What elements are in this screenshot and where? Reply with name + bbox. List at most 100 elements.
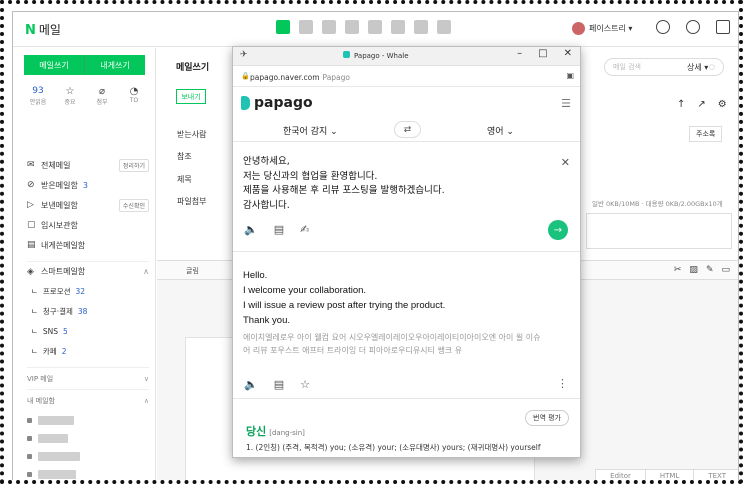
blurred-folder[interactable]: [27, 411, 149, 429]
translate-go-button[interactable]: →: [548, 220, 568, 240]
note-icon: ▤: [27, 240, 36, 250]
folder-drafts[interactable]: ▢ 임시보관함: [27, 215, 149, 235]
vip-mail-section[interactable]: VIP 메일 ∨: [27, 367, 149, 389]
maximize-icon[interactable]: □: [538, 48, 547, 59]
copy-icon[interactable]: ▤: [274, 378, 284, 391]
compose-action-icons: ↑ ↗ ⚙: [677, 99, 727, 110]
clear-text-icon[interactable]: ✕: [561, 156, 570, 169]
speaker-icon[interactable]: 🔈: [244, 378, 258, 391]
chat-icon[interactable]: [656, 20, 670, 34]
speaker-icon[interactable]: 🔈: [244, 223, 258, 236]
handwriting-icon[interactable]: ✍: [300, 223, 309, 236]
home-icon[interactable]: [414, 20, 428, 34]
font-select[interactable]: 글림: [186, 266, 199, 276]
important-stat[interactable]: ☆ 중요: [61, 86, 79, 106]
window-titlebar[interactable]: ✈ Papago - Whale – □ ✕: [233, 47, 580, 66]
send-button[interactable]: 보내기: [176, 89, 206, 104]
swap-languages-button[interactable]: ⇄: [394, 121, 421, 138]
draft-icon: ▢: [27, 220, 36, 230]
external-icon[interactable]: ↗: [697, 99, 705, 110]
smart-item-promotion[interactable]: ㄴ 프로모션 32: [27, 281, 149, 301]
source-text-area[interactable]: 안녕하세요, 저는 당신과의 협업을 환영합니다. 제품을 사용해본 후 리뷰 …: [233, 142, 580, 252]
close-icon[interactable]: ✕: [564, 48, 572, 59]
rate-translation-button[interactable]: 번역 평가: [525, 410, 569, 426]
translation-result-area: Hello. I welcome your collaboration. I w…: [233, 253, 580, 399]
blurred-folder[interactable]: [27, 465, 149, 480]
url-bar[interactable]: 🔒 papago.naver.com Papago ▣: [233, 67, 580, 87]
minimize-icon[interactable]: –: [517, 48, 522, 59]
site-info-icon[interactable]: ▣: [566, 71, 574, 80]
edit-icon[interactable]: ✎: [706, 265, 714, 275]
folder-sent[interactable]: ▷ 보낸메일함 수신확인: [27, 195, 149, 215]
arrow-up-icon[interactable]: ↑: [677, 99, 685, 110]
mail-topbar: N 메일 페이스트리 ▾: [13, 12, 738, 47]
briefcase-icon[interactable]: [391, 20, 405, 34]
folder-inbox[interactable]: ⊘ 받은메일함 3: [27, 175, 149, 195]
result-tools: 🔈 ▤ ☆: [244, 378, 310, 391]
avatar: [572, 22, 585, 35]
detail-search-button[interactable]: 상세 ▾: [687, 62, 708, 73]
folder-self[interactable]: ▤ 내게쓴메일함: [27, 235, 149, 255]
papago-header: papago ☰: [233, 88, 580, 118]
folder-all-mail[interactable]: ✉ 전체메일 정리하기: [27, 155, 149, 175]
address-book-button[interactable]: 주소록: [689, 126, 723, 142]
window-controls: – □ ✕: [517, 48, 572, 59]
papago-logo[interactable]: papago: [241, 95, 313, 111]
attachment-quota: 일반 0KB/10MB · 대용량 0KB/2.00GBx10개: [592, 200, 723, 208]
screenshot-frame: N 메일 페이스트리 ▾ 메일쓰기 내게쓰기 93 안읽음 ☆ 중요 ⌀ 첨부 …: [0, 0, 743, 484]
star-icon[interactable]: ☆: [300, 378, 310, 391]
attachment-dropzone[interactable]: [586, 213, 732, 249]
blurred-folder[interactable]: [27, 447, 149, 465]
my-mailbox-section[interactable]: 내 메일함 ∧: [27, 389, 149, 411]
tab-editor[interactable]: Editor: [595, 469, 645, 480]
compose-buttons: 메일쓰기 내게쓰기: [24, 55, 145, 75]
package-icon[interactable]: [368, 20, 382, 34]
apps-grid-icon[interactable]: [716, 20, 730, 34]
download-icon[interactable]: [345, 20, 359, 34]
mail-app-icon[interactable]: [276, 20, 290, 34]
lock-icon: 🔒: [241, 72, 250, 80]
mail-stats: 93 안읽음 ☆ 중요 ⌀ 첨부 ◔ TO: [29, 86, 143, 106]
settings-icon[interactable]: ⚙: [718, 99, 727, 110]
calendar-icon[interactable]: [299, 20, 313, 34]
hamburger-menu-icon[interactable]: ☰: [561, 97, 571, 110]
pin-icon[interactable]: ✈: [240, 50, 248, 60]
inbox-icon: ⊘: [27, 180, 35, 190]
smart-mailbox-header[interactable]: ◈ 스마트메일함 ∧: [27, 261, 149, 281]
bell-icon[interactable]: [686, 20, 700, 34]
template-icon[interactable]: ▨: [689, 265, 698, 275]
subject-label: 제목: [177, 175, 192, 184]
papago-popup-window: ✈ Papago - Whale – □ ✕ 🔒 papago.naver.co…: [232, 46, 581, 458]
more-options-icon[interactable]: ⋮: [557, 377, 568, 390]
unread-stat[interactable]: 93 안읽음: [29, 86, 47, 106]
attachment-stat[interactable]: ⌀ 첨부: [93, 86, 111, 106]
dictionary-word[interactable]: 당신 [dang-sin]: [246, 423, 305, 439]
smart-item-cafe[interactable]: ㄴ 카페 2: [27, 341, 149, 361]
target-language-select[interactable]: 영어 ⌄: [487, 124, 514, 137]
smart-item-sns[interactable]: ㄴ SNS 5: [27, 321, 149, 341]
papago-favicon-icon: [343, 51, 350, 58]
edit-tool-icon[interactable]: ✂: [674, 265, 682, 275]
paperclip-icon: ⌀: [98, 86, 106, 97]
mail-sidebar: 메일쓰기 내게쓰기 93 안읽음 ☆ 중요 ⌀ 첨부 ◔ TO ✉ 전체메일 정리하기 ⊘ 받…: [13, 48, 156, 480]
organize-button[interactable]: 정리하기: [118, 158, 149, 172]
dictionary-panel: 번역 평가 당신 [dang-sin] 1. (2인칭) (주격, 목적격) yo…: [233, 399, 580, 457]
grid-app-icon[interactable]: [437, 20, 451, 34]
tab-html[interactable]: HTML: [644, 469, 694, 480]
read-receipt-button[interactable]: 수신확인: [118, 198, 149, 212]
source-language-select[interactable]: 한국어 감지 ⌄: [283, 124, 338, 137]
smart-item-billing[interactable]: ㄴ 청구·결제 38: [27, 301, 149, 321]
search-icon[interactable]: ○: [709, 63, 715, 71]
source-text[interactable]: 안녕하세요, 저는 당신과의 협업을 환영합니다. 제품을 사용해본 후 리뷰 …: [243, 155, 445, 213]
document-icon[interactable]: ▤: [274, 223, 284, 236]
chevron-up-icon: ∧: [143, 396, 149, 405]
naver-mail-logo[interactable]: N 메일: [25, 21, 61, 38]
window-icon[interactable]: ▭: [721, 265, 730, 275]
user-menu[interactable]: 페이스트리 ▾: [572, 22, 632, 35]
list-icon[interactable]: [322, 20, 336, 34]
blurred-folder[interactable]: [27, 429, 149, 447]
to-stat[interactable]: ◔ TO: [125, 86, 143, 106]
write-mail-button[interactable]: 메일쓰기: [24, 55, 85, 75]
write-self-button[interactable]: 내게쓰기: [85, 55, 145, 75]
tab-text[interactable]: TEXT: [693, 469, 738, 480]
